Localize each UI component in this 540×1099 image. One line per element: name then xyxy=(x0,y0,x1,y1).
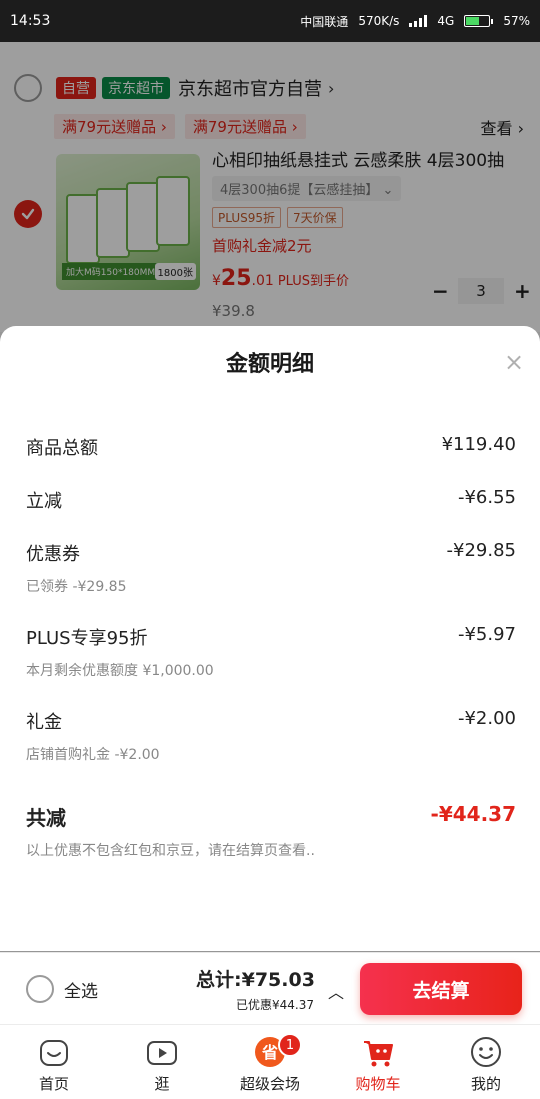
tab-label: 首页 xyxy=(38,1075,69,1093)
select-all-toggle[interactable]: 全选 xyxy=(26,975,98,1003)
select-all-label: 全选 xyxy=(64,981,98,1002)
signal-icon xyxy=(409,15,428,27)
home-icon xyxy=(37,1035,71,1069)
row-amount: -¥6.55 xyxy=(457,487,516,508)
total-block[interactable]: 总计:¥75.03 已优惠¥44.37 xyxy=(196,965,315,1013)
tab-label: 购物车 xyxy=(355,1075,401,1093)
checkout-button[interactable]: 去结算 xyxy=(360,963,522,1015)
tab-label: 我的 xyxy=(470,1075,501,1093)
svg-text:省: 省 xyxy=(261,1043,278,1062)
row-amount: -¥5.97 xyxy=(457,624,516,645)
row-amount: -¥2.00 xyxy=(457,708,516,729)
bottom-tab-bar: 首页 逛 省 1 超级会场 购物车 我的 xyxy=(0,1024,540,1099)
status-bar: 14:53 中国联通 570K/s 4G 57% xyxy=(0,0,540,42)
detail-row-total-discount: 共减 -¥44.37 xyxy=(26,802,516,831)
close-icon[interactable]: × xyxy=(504,348,524,376)
select-all-checkbox[interactable] xyxy=(26,975,54,1003)
carrier-name: 中国联通 xyxy=(300,14,349,29)
battery-percent: 57% xyxy=(503,14,530,28)
discount-note: 以上优惠不包含红包和京豆，请在结算页查看.. xyxy=(26,843,315,859)
row-label: 立减 xyxy=(26,491,62,512)
cart-icon xyxy=(361,1035,395,1069)
tab-label: 逛 xyxy=(154,1075,170,1093)
network-speed: 570K/s xyxy=(358,14,400,28)
video-icon xyxy=(145,1035,179,1069)
battery-icon xyxy=(464,15,494,27)
detail-row-instant-discount: 立减 -¥6.55 xyxy=(26,487,516,513)
profile-icon xyxy=(469,1035,503,1069)
tab-super-venue[interactable]: 省 1 超级会场 xyxy=(216,1025,324,1099)
total-amount: 总计:¥75.03 xyxy=(196,969,315,991)
tab-label: 超级会场 xyxy=(239,1075,300,1093)
saved-amount: 已优惠¥44.37 xyxy=(236,998,314,1012)
tab-home[interactable]: 首页 xyxy=(0,1025,108,1099)
row-amount: -¥29.85 xyxy=(446,540,516,561)
chevron-up-icon[interactable]: ︿ xyxy=(328,979,344,1003)
network-type: 4G xyxy=(437,14,455,28)
row-subtext: 店铺首购礼金 -¥2.00 xyxy=(26,747,160,763)
amount-detail-sheet: 金额明细 × 商品总额 ¥119.40 立减 -¥6.55 优惠券 -¥29.8… xyxy=(0,326,540,951)
row-subtext: 本月剩余优惠额度 ¥1,000.00 xyxy=(26,663,214,679)
status-time: 14:53 xyxy=(10,13,51,29)
row-label: 礼金 xyxy=(26,712,62,733)
detail-row-coupon: 优惠券 -¥29.85 已领券 -¥29.85 xyxy=(26,540,516,596)
row-subtext: 已领券 -¥29.85 xyxy=(26,579,127,595)
notification-badge: 1 xyxy=(278,1033,302,1057)
row-label: PLUS专享95折 xyxy=(26,628,148,649)
tab-cart[interactable]: 购物车 xyxy=(324,1025,432,1099)
detail-row-gift-money: 礼金 -¥2.00 店铺首购礼金 -¥2.00 xyxy=(26,708,516,764)
detail-row-plus-discount: PLUS专享95折 -¥5.97 本月剩余优惠额度 ¥1,000.00 xyxy=(26,624,516,680)
detail-row-goods-total: 商品总额 ¥119.40 xyxy=(26,434,516,460)
tab-profile[interactable]: 我的 xyxy=(432,1025,540,1099)
row-amount: ¥119.40 xyxy=(441,434,516,455)
total-discount-amount: -¥44.37 xyxy=(430,802,516,826)
tab-browse[interactable]: 逛 xyxy=(108,1025,216,1099)
row-label: 优惠券 xyxy=(26,544,80,565)
checkout-bar: 全选 总计:¥75.03 已优惠¥44.37 ︿ 去结算 xyxy=(0,952,540,1024)
sheet-title: 金额明细 xyxy=(225,352,314,377)
